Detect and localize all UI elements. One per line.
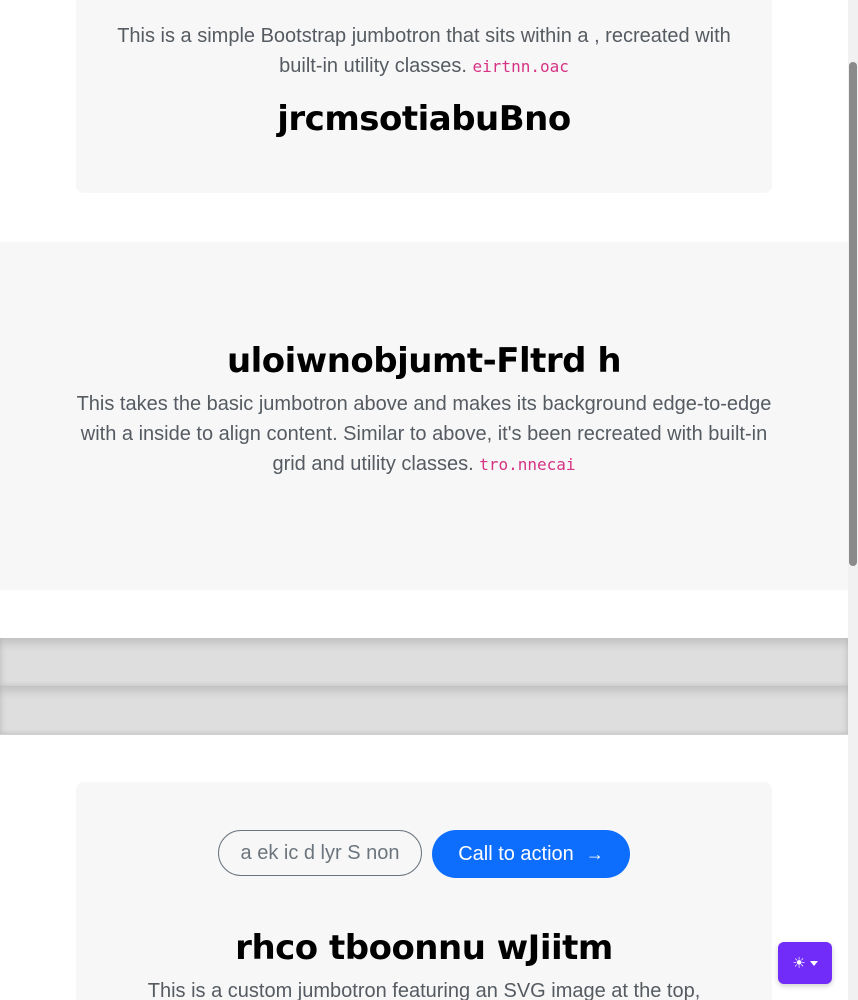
jumbotron-image-lead: This is a custom jumbotron featuring an … <box>147 980 701 1000</box>
arrow-right-icon: → <box>585 844 604 864</box>
section-divider <box>0 638 848 686</box>
page: This is a simple Bootstrap jumbotron tha… <box>0 0 848 1000</box>
secondary-button[interactable]: a ek ic d lyr S non <box>218 830 422 876</box>
jumbotron-full-title: uloiwnobjumt-Fltrd h <box>226 341 622 381</box>
jumbotron-full-width: uloiwnobjumt-Fltrd h This takes the basi… <box>0 242 848 590</box>
sun-icon: ☀ <box>792 955 806 972</box>
jumbotron-image-title: rhco tboonnu wJiitm <box>235 928 613 968</box>
jumbotron-full-lead: This takes the basic jumbotron above and… <box>70 389 778 480</box>
jumbotron-title: jrcmsotiabuBno <box>277 99 571 139</box>
scrollbar-thumb[interactable] <box>849 62 857 566</box>
call-to-action-button[interactable]: Call to action → <box>432 830 630 878</box>
jumbotron-with-image: a ek ic d lyr S non Call to action → rhco… <box>76 782 772 1000</box>
jumbotron-lead: This is a simple Bootstrap jumbotron tha… <box>116 21 732 82</box>
section-divider <box>0 686 848 735</box>
theme-toggle-button[interactable]: ☀ <box>778 942 832 984</box>
call-to-action-label: Call to action <box>458 843 574 865</box>
vertical-scrollbar[interactable] <box>848 0 858 1000</box>
jumbotron-contained: This is a simple Bootstrap jumbotron tha… <box>76 0 772 193</box>
jumbotron-lead-text: This is a simple Bootstrap jumbotron tha… <box>117 25 731 77</box>
chevron-down-icon <box>809 960 818 966</box>
code-snippet: eirtnn.oac <box>472 57 569 76</box>
jumbotron-full-lead-text: This takes the basic jumbotron above and… <box>76 393 772 475</box>
code-snippet: tro.nnecai <box>479 455 576 474</box>
